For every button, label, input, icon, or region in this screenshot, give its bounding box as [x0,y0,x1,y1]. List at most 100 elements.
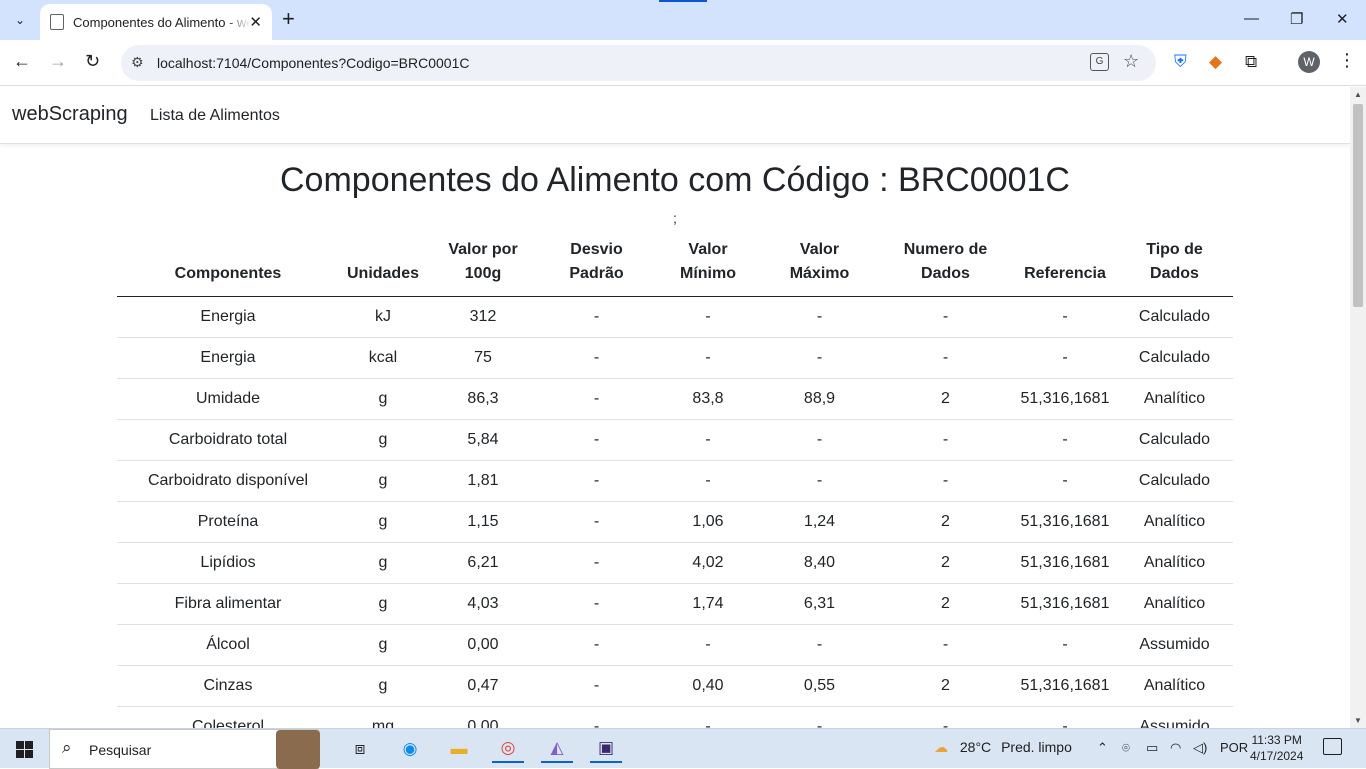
address-bar[interactable]: ⚙ localhost:7104/Componentes?Codigo=BRC0… [121,45,1156,81]
new-tab-plus-icon[interactable]: + [282,8,295,30]
notifications-icon[interactable] [1323,738,1342,755]
scroll-down-arrow-icon[interactable]: ▼ [1354,716,1362,725]
table-cell: Umidade [117,378,339,420]
table-cell: 0,40 [654,665,762,707]
column-header: Componentes [117,238,339,297]
chrome-browser-icon[interactable]: ◎ [492,735,524,763]
table-cell: g [339,665,427,707]
close-window-icon[interactable]: ✕ [1336,10,1349,28]
table-row: Proteína g 1,15-1,06 1,24 2 51,316,1681 Analít… [117,501,1233,543]
browser-menu-icon[interactable]: ⋮ [1338,50,1356,71]
table-cell: Assumido [1116,624,1233,666]
page-scrollbar[interactable]: ▲ ▼ [1350,87,1366,728]
tab-search-chevron-icon[interactable]: ⌄ [6,6,34,34]
site-brand[interactable]: webScraping [12,103,128,126]
volume-icon[interactable]: ◁) [1193,740,1207,756]
column-header: Tipo de Dados [1116,238,1233,297]
table-cell: mg [339,706,427,728]
table-cell: g [339,378,427,420]
table-cell: - [654,419,762,461]
extensions-puzzle-icon[interactable]: ⧉ [1245,52,1257,72]
page-viewport: webScraping Lista de Alimentos Component… [0,87,1350,728]
table-cell: 1,06 [654,501,762,543]
table-cell: - [654,337,762,379]
bookmark-star-icon[interactable]: ☆ [1123,51,1139,72]
taskbar-search-box[interactable]: ⌕ Pesquisar [49,729,320,769]
system-clock[interactable]: 11:33 PM 4/17/2024 [1250,732,1303,764]
nav-link-lista-alimentos[interactable]: Lista de Alimentos [150,107,280,125]
browser-tab[interactable]: Componentes do Alimento - webScraping ✕ [40,4,272,40]
table-cell: - [1014,337,1116,379]
table-row: Carboidrato total g 5,84- - - - - Calculado [117,419,1233,461]
table-cell: g [339,419,427,461]
weather-widget[interactable]: ☁ 28°C Pred. limpo [934,739,1072,756]
table-cell: Carboidrato disponível [117,460,339,502]
url-text[interactable]: localhost:7104/Componentes?Codigo=BRC000… [157,55,469,71]
input-language[interactable]: POR [1220,740,1248,755]
show-hidden-icons-chevron-icon[interactable]: ⌃ [1097,740,1108,756]
table-cell: 83,8 [654,378,762,420]
file-explorer-icon[interactable]: ▬ [443,735,475,763]
close-tab-icon[interactable]: ✕ [249,13,262,31]
table-cell: 88,9 [762,378,877,420]
table-cell: - [539,337,654,379]
windows-start-icon[interactable] [16,741,33,758]
restore-icon[interactable]: ❐ [1290,10,1303,28]
table-cell: Cinzas [117,665,339,707]
scroll-up-arrow-icon[interactable]: ▲ [1354,90,1362,99]
tray-app-icon[interactable]: ⌾ [1122,740,1130,756]
edge-browser-icon[interactable]: ◉ [394,735,426,763]
table-cell: 75 [427,337,539,379]
terminal-console-icon[interactable]: ▣ [590,735,622,763]
table-cell: - [762,706,877,728]
table-body: Energia kJ 312- - - - - Calculado Energia kcal 75-… [117,296,1233,728]
table-row: Fibra alimentar g 4,03-1,74 6,31 2 51,316,168… [117,583,1233,625]
table-cell: 1,81 [427,460,539,502]
shield-extension-icon[interactable]: ⛨ [1174,52,1187,72]
minimize-icon[interactable]: — [1244,10,1259,27]
table-row: Energia kcal 75- - - - - Calculado [117,337,1233,379]
table-cell: 4,02 [654,542,762,584]
table-cell: 1,15 [427,501,539,543]
table-cell: Analítico [1116,665,1233,707]
table-cell: Carboidrato total [117,419,339,461]
table-cell: 6,21 [427,542,539,584]
table-cell: Calculado [1116,337,1233,379]
search-highlight-image[interactable] [276,730,320,769]
taskbar-search-placeholder: Pesquisar [89,742,152,758]
scrollbar-thumb[interactable] [1353,104,1363,307]
table-cell: Colesterol [117,706,339,728]
table-cell: Energia [117,337,339,379]
metamask-fox-icon[interactable]: ◆ [1209,52,1222,72]
profile-avatar[interactable]: W [1298,51,1320,73]
components-table: Componentes Unidades Valor por 100g Desvio … [117,238,1233,728]
table-cell: g [339,460,427,502]
windows-taskbar: ⌕ Pesquisar ⧈ ◉ ▬ ◎ ◭ ▣ ☁ 28°C Pred. lim… [0,728,1366,769]
task-view-icon[interactable]: ⧈ [344,735,376,763]
table-cell: 86,3 [427,378,539,420]
tab-title: Componentes do Alimento - webScraping [73,14,251,30]
back-arrow-icon[interactable]: ← [13,51,31,72]
translate-icon[interactable]: G [1090,53,1109,71]
site-info-icon[interactable]: ⚙ [131,54,144,71]
wifi-icon[interactable]: ◠ [1170,740,1181,756]
table-cell: - [539,460,654,502]
battery-icon[interactable]: ▭ [1146,740,1158,756]
table-cell: 2 [877,583,1014,625]
visual-studio-icon[interactable]: ◭ [541,735,573,763]
table-cell: - [539,706,654,728]
table-cell: - [1014,296,1116,338]
table-cell: - [539,624,654,666]
table-cell: - [1014,624,1116,666]
table-cell: Analítico [1116,378,1233,420]
table-row: Energia kJ 312- - - - - Calculado [117,296,1233,338]
weather-temperature: 28°C [959,739,992,755]
table-cell: 51,316,1681 [1014,583,1116,625]
browser-toolbar: ← → ↻ ⚙ localhost:7104/Componentes?Codig… [0,40,1366,86]
table-row: Carboidrato disponível g 1,81- - - - - Calculad… [117,460,1233,502]
table-cell: Álcool [117,624,339,666]
table-cell: - [877,706,1014,728]
table-cell: Lipídios [117,542,339,584]
reload-icon[interactable]: ↻ [85,51,100,72]
forward-arrow-icon[interactable]: → [49,51,67,72]
